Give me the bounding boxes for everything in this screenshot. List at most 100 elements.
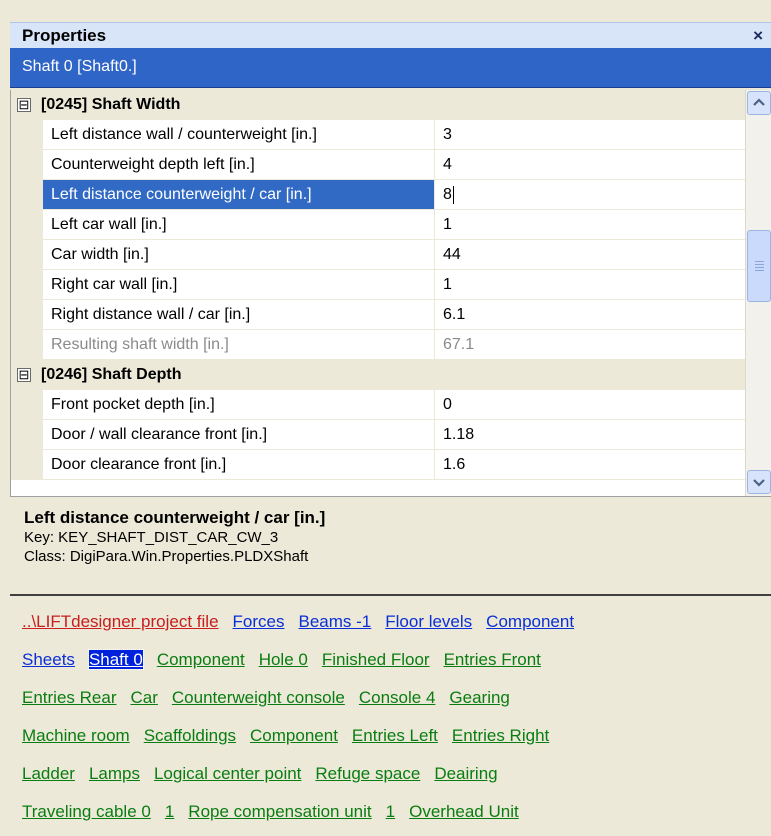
- link-traveling-cable-0[interactable]: Traveling cable 0: [22, 802, 151, 821]
- link-refuge-space[interactable]: Refuge space: [315, 764, 420, 783]
- link-lamps[interactable]: Lamps: [89, 764, 140, 783]
- link-scaffoldings[interactable]: Scaffoldings: [144, 726, 236, 745]
- link-ladder[interactable]: Ladder: [22, 764, 75, 783]
- property-value[interactable]: 0: [435, 390, 745, 420]
- property-name[interactable]: Right car wall [in.]: [43, 270, 435, 300]
- collapse-icon[interactable]: ⊟: [17, 368, 31, 382]
- property-row[interactable]: Right distance wall / car [in.] 6.1: [11, 300, 745, 330]
- scrollbar-thumb[interactable]: [747, 230, 771, 302]
- property-row[interactable]: Car width [in.] 44: [11, 240, 745, 270]
- property-row-readonly[interactable]: Resulting shaft width [in.] 67.1: [11, 330, 745, 360]
- link-liftdesigner-project-file[interactable]: ..\LIFTdesigner project file: [22, 612, 219, 631]
- link-entries-right[interactable]: Entries Right: [452, 726, 549, 745]
- link-component[interactable]: Component: [486, 612, 574, 631]
- grip-line: [755, 270, 764, 271]
- property-row[interactable]: Counterweight depth left [in.] 4: [11, 150, 745, 180]
- row-margin: [11, 210, 43, 240]
- link-counterweight-console[interactable]: Counterweight console: [172, 688, 345, 707]
- row-margin: [11, 180, 43, 210]
- property-value[interactable]: 4: [435, 150, 745, 180]
- link-machine-room[interactable]: Machine room: [22, 726, 130, 745]
- collapse-icon[interactable]: ⊟: [17, 98, 31, 112]
- property-value[interactable]: 6.1: [435, 300, 745, 330]
- link-hole-0[interactable]: Hole 0: [259, 650, 308, 669]
- property-name[interactable]: Door / wall clearance front [in.]: [43, 420, 435, 450]
- property-row[interactable]: Door clearance front [in.] 1.6: [11, 450, 745, 480]
- link-1[interactable]: 1: [386, 802, 395, 821]
- link-finished-floor[interactable]: Finished Floor: [322, 650, 430, 669]
- link-floor-levels[interactable]: Floor levels: [385, 612, 472, 631]
- property-name[interactable]: Right distance wall / car [in.]: [43, 300, 435, 330]
- category-shaft-depth[interactable]: ⊟ [0246] Shaft Depth: [11, 360, 745, 390]
- property-row[interactable]: Left car wall [in.] 1: [11, 210, 745, 240]
- link-entries-front[interactable]: Entries Front: [444, 650, 541, 669]
- properties-title-bar: Properties ×: [10, 22, 771, 48]
- property-row[interactable]: Left distance wall / counterweight [in.]…: [11, 120, 745, 150]
- property-name[interactable]: Car width [in.]: [43, 240, 435, 270]
- property-name[interactable]: Left distance counterweight / car [in.]: [43, 180, 435, 210]
- category-label: [0246] Shaft Depth: [41, 366, 182, 383]
- grip-line: [755, 267, 764, 268]
- link-entries-left[interactable]: Entries Left: [352, 726, 438, 745]
- navigation-links-panel: ..\LIFTdesigner project file Forces Beams …: [10, 597, 771, 836]
- property-name[interactable]: Door clearance front [in.]: [43, 450, 435, 480]
- property-value-editor[interactable]: 8: [435, 180, 745, 210]
- link-component[interactable]: Component: [157, 650, 245, 669]
- link-entries-rear[interactable]: Entries Rear: [22, 688, 116, 707]
- link-gearing[interactable]: Gearing: [449, 688, 509, 707]
- row-margin: [11, 420, 43, 450]
- link-sheets[interactable]: Sheets: [22, 650, 75, 669]
- property-name[interactable]: Front pocket depth [in.]: [43, 390, 435, 420]
- property-row[interactable]: Front pocket depth [in.] 0: [11, 390, 745, 420]
- property-name[interactable]: Left distance wall / counterweight [in.]: [43, 120, 435, 150]
- editor-text[interactable]: 8: [443, 186, 452, 203]
- link-console-4[interactable]: Console 4: [359, 688, 436, 707]
- link-beams-1[interactable]: Beams -1: [299, 612, 372, 631]
- link-row: Traveling cable 0 1 Rope compensation unit…: [22, 793, 771, 831]
- row-margin: [11, 300, 43, 330]
- property-row[interactable]: Right car wall [in.] 1: [11, 270, 745, 300]
- property-value[interactable]: 1.6: [435, 450, 745, 480]
- link-1[interactable]: 1: [165, 802, 174, 821]
- property-name[interactable]: Left car wall [in.]: [43, 210, 435, 240]
- row-margin: [11, 450, 43, 480]
- description-key: Key: KEY_SHAFT_DIST_CAR_CW_3: [24, 529, 279, 546]
- link-row: Ladder Lamps Logical center point Refuge sp…: [22, 755, 771, 793]
- link-row: Sheets Shaft 0 Component Hole 0 Finished Flo…: [22, 641, 771, 679]
- row-margin: [11, 120, 43, 150]
- text-caret: [452, 185, 454, 204]
- link-car[interactable]: Car: [130, 688, 157, 707]
- chevron-down-icon[interactable]: [747, 470, 771, 494]
- row-margin: [11, 390, 43, 420]
- link-logical-center-point[interactable]: Logical center point: [154, 764, 301, 783]
- row-margin: [11, 150, 43, 180]
- link-overhead-unit[interactable]: Overhead Unit: [409, 802, 519, 821]
- link-deairing[interactable]: Deairing: [434, 764, 497, 783]
- property-value[interactable]: 1: [435, 210, 745, 240]
- link-row: Machine room Scaffoldings Component Entries…: [22, 717, 771, 755]
- vertical-scrollbar[interactable]: [745, 90, 771, 496]
- property-name[interactable]: Resulting shaft width [in.]: [43, 330, 435, 360]
- chevron-up-icon[interactable]: [747, 91, 771, 115]
- property-row-selected[interactable]: Left distance counterweight / car [in.] …: [11, 180, 745, 210]
- row-margin: [11, 240, 43, 270]
- link-forces[interactable]: Forces: [233, 612, 285, 631]
- category-shaft-width[interactable]: ⊟ [0245] Shaft Width: [11, 90, 745, 120]
- link-row: ..\LIFTdesigner project file Forces Beams …: [22, 603, 771, 641]
- description-title: Left distance counterweight / car [in.]: [24, 508, 326, 527]
- property-value[interactable]: 3: [435, 120, 745, 150]
- property-name[interactable]: Counterweight depth left [in.]: [43, 150, 435, 180]
- property-value[interactable]: 1.18: [435, 420, 745, 450]
- property-value[interactable]: 44: [435, 240, 745, 270]
- row-margin: [11, 270, 43, 300]
- panel-title: Properties: [22, 26, 107, 45]
- link-shaft-0[interactable]: Shaft 0: [87, 649, 144, 670]
- description-class: Class: DigiPara.Win.Properties.PLDXShaft: [24, 548, 309, 565]
- link-rope-compensation-unit[interactable]: Rope compensation unit: [188, 802, 371, 821]
- top-strip: [0, 0, 771, 22]
- property-value[interactable]: 1: [435, 270, 745, 300]
- close-icon[interactable]: ×: [753, 23, 763, 48]
- link-component[interactable]: Component: [250, 726, 338, 745]
- object-selector[interactable]: Shaft 0 [Shaft0.]: [10, 48, 771, 88]
- property-row[interactable]: Door / wall clearance front [in.] 1.18: [11, 420, 745, 450]
